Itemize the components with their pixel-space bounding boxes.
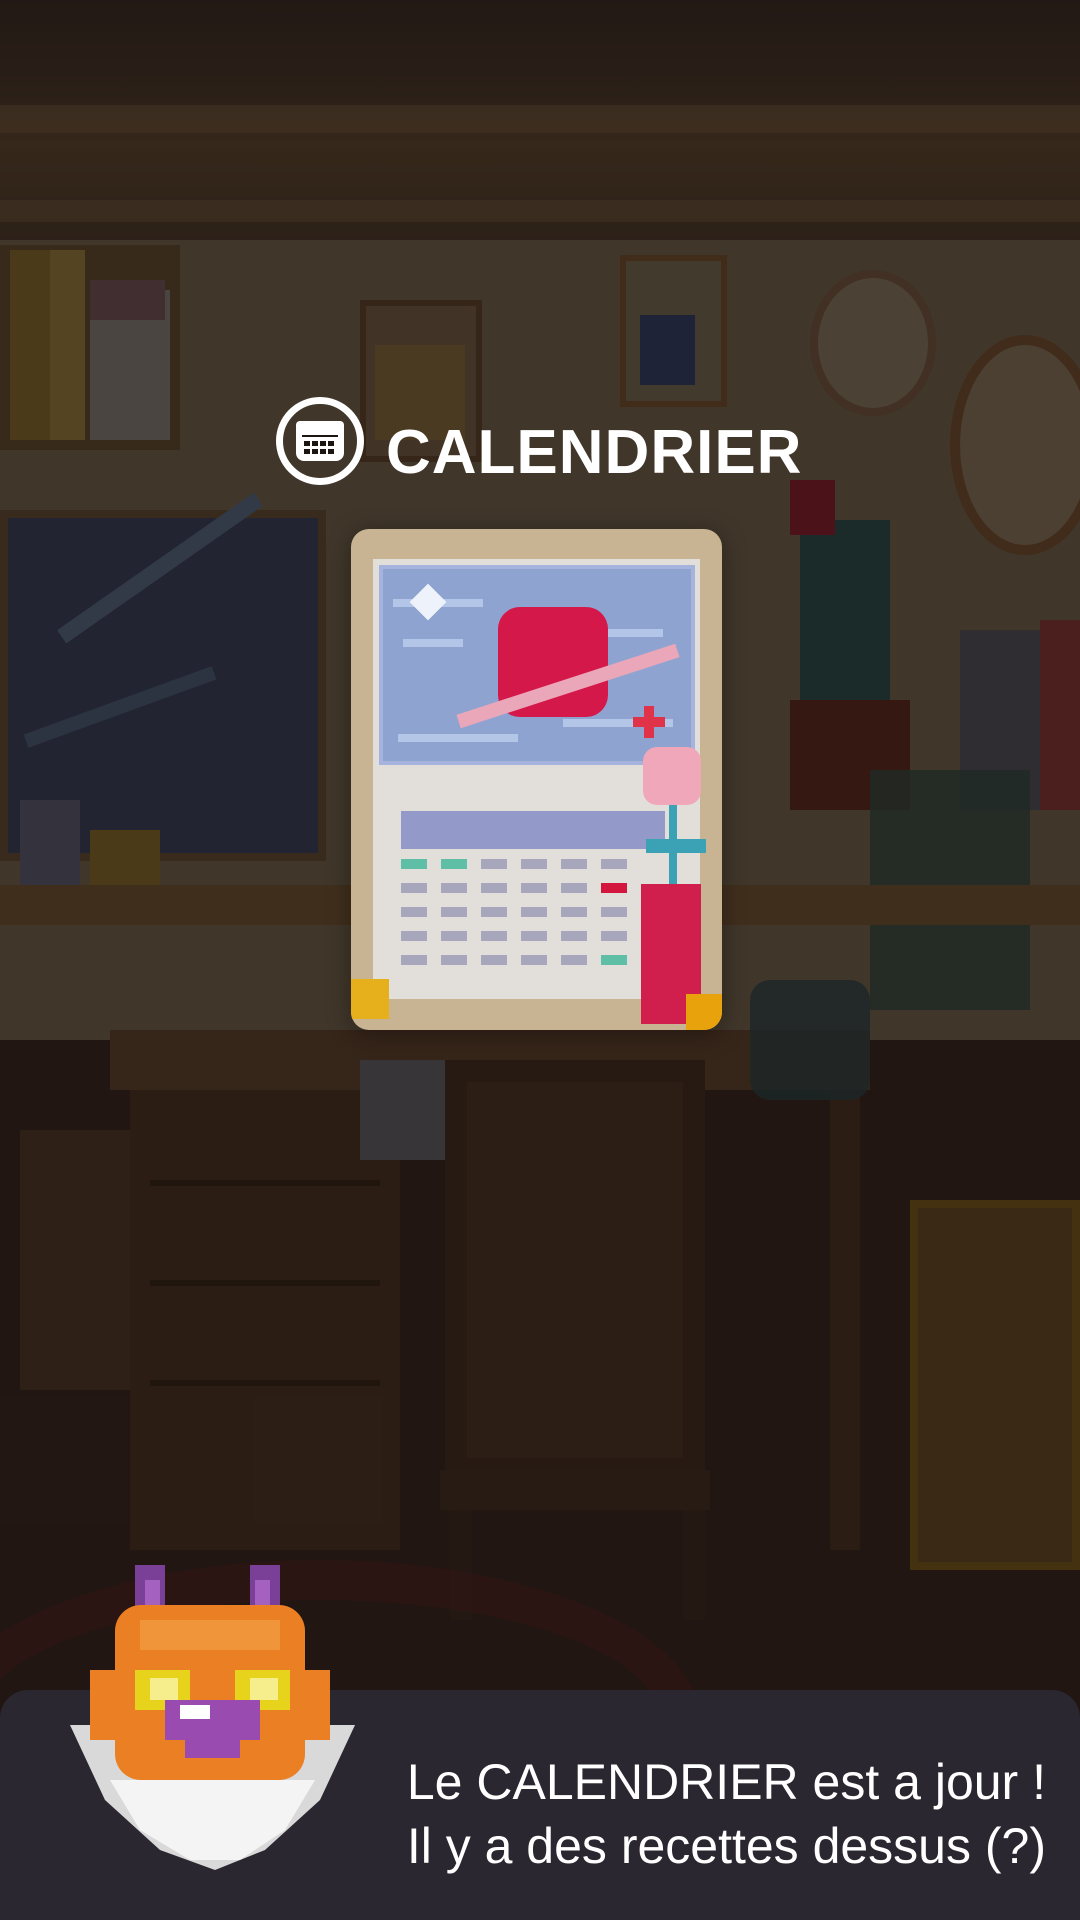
calendar-icon: [276, 397, 364, 485]
calendar-illustration: [379, 565, 695, 765]
item-title: CALENDRIER: [386, 417, 803, 487]
calendar-month-bar: [401, 811, 665, 849]
item-popup-header: CALENDRIER: [276, 396, 803, 487]
flower-icon: [643, 747, 701, 805]
calendar-item-card[interactable]: [351, 529, 722, 1030]
dialog-line: Il y a des recettes dessus (?): [406, 1818, 1046, 1874]
orange-cat-avatar-icon: [50, 1560, 375, 1890]
dialog-line: Le CALENDRIER est a jour !: [406, 1754, 1046, 1810]
dialog-text: Le CALENDRIER est a jour ! Il y a des re…: [346, 1750, 1046, 1878]
